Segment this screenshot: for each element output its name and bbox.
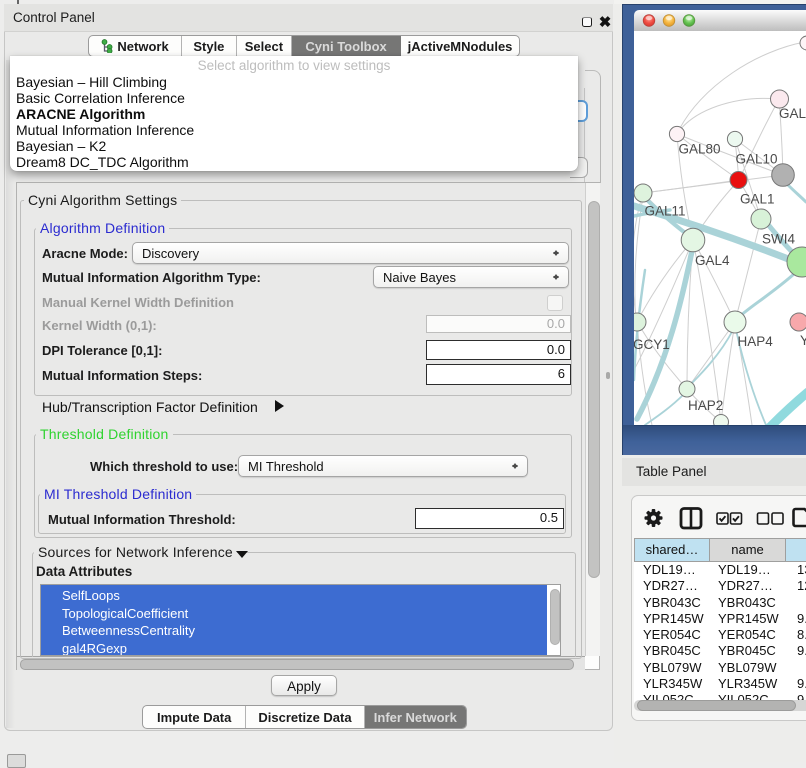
svg-text:HAP2: HAP2	[688, 398, 723, 413]
svg-text:GAL1: GAL1	[740, 192, 775, 207]
svg-text:GAL: GAL	[779, 106, 806, 121]
svg-text:GAL80: GAL80	[679, 142, 721, 157]
svg-text:GAL11: GAL11	[645, 204, 686, 219]
svg-text:GCY1: GCY1	[634, 337, 670, 352]
svg-text:GAL4: GAL4	[695, 253, 730, 268]
svg-text:GAL10: GAL10	[736, 152, 778, 167]
svg-text:Y: Y	[800, 333, 806, 348]
svg-text:HAP4: HAP4	[738, 334, 774, 349]
svg-text:SWI4: SWI4	[762, 232, 795, 247]
